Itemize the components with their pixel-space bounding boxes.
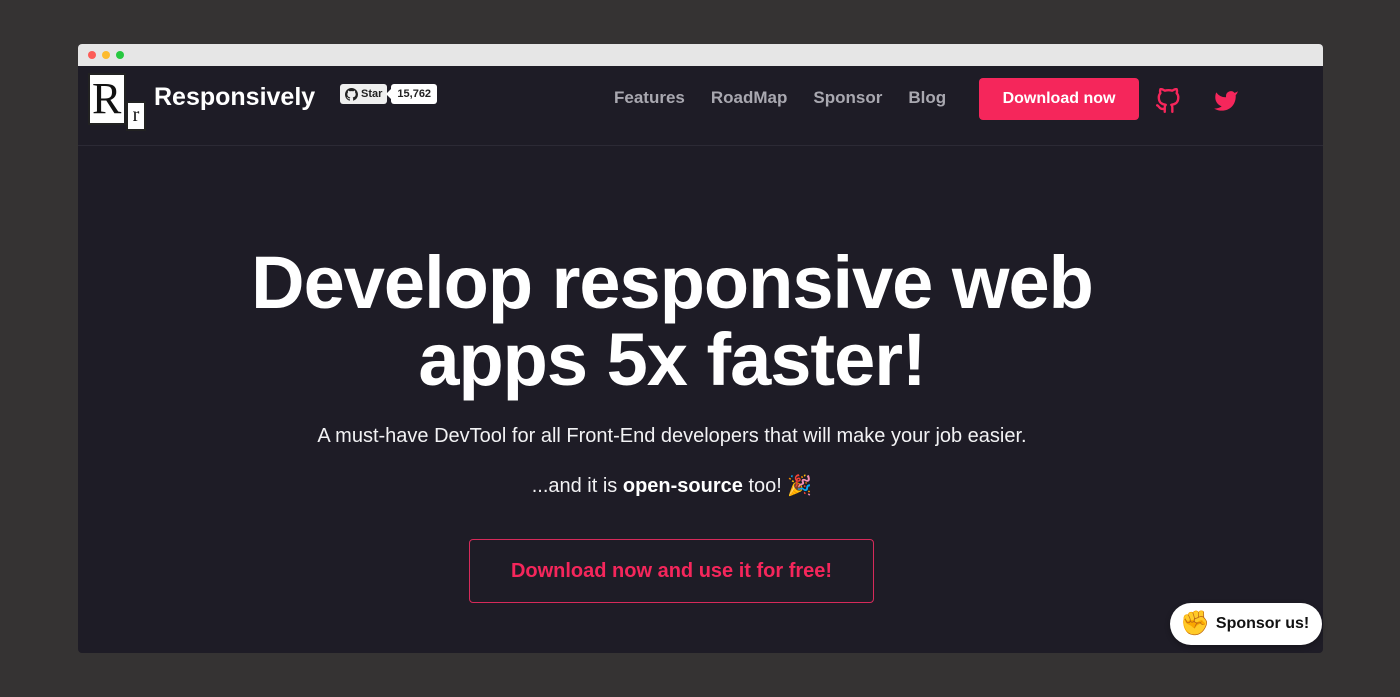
twitter-link[interactable] (1213, 88, 1239, 114)
open-source-prefix: ...and it is (531, 475, 618, 497)
twitter-icon (1214, 91, 1238, 111)
nav-features[interactable]: Features (614, 88, 685, 108)
nav-roadmap[interactable]: RoadMap (711, 88, 788, 108)
hero-title: Develop responsive web apps 5x faster! (78, 244, 1266, 398)
github-star-button[interactable]: Star (340, 84, 388, 104)
github-star-count[interactable]: 15,762 (386, 84, 438, 104)
hero-title-line-2: apps 5x faster! (418, 318, 926, 401)
zoom-window-button[interactable] (116, 51, 124, 59)
nav-links: Features RoadMap Sponsor Blog (614, 88, 946, 108)
raised-fist-icon: ✊ (1180, 610, 1210, 637)
open-source-line: ...and it is open-source too! 🎉 (78, 473, 1266, 498)
github-link[interactable] (1155, 87, 1181, 114)
close-window-button[interactable] (88, 51, 96, 59)
logo[interactable]: R r (88, 73, 146, 131)
logo-letter-large: R (88, 73, 126, 125)
browser-window: R r Responsively Star 15,762 Features Ro… (78, 44, 1323, 653)
github-star-widget: Star 15,762 (340, 84, 438, 104)
title-bar (78, 44, 1323, 66)
github-star-label: Star (361, 88, 383, 100)
download-now-button[interactable]: Download now (979, 78, 1139, 120)
logo-letter-small: r (126, 101, 146, 131)
navbar: R r Responsively Star 15,762 Features Ro… (78, 66, 1323, 146)
open-source-emphasis: open-source (622, 475, 743, 497)
hero-subtitle: A must-have DevTool for all Front-End de… (317, 425, 1027, 447)
nav-blog[interactable]: Blog (908, 88, 946, 108)
open-source-suffix: too! (748, 475, 782, 497)
sponsor-us-button[interactable]: ✊ Sponsor us! (1170, 603, 1322, 645)
download-free-button[interactable]: Download now and use it for free! (469, 539, 874, 603)
party-popper-icon: 🎉 (787, 475, 813, 497)
brand-name[interactable]: Responsively (154, 83, 315, 112)
github-icon (1155, 87, 1180, 114)
hero-title-line-1: Develop responsive web (251, 241, 1094, 324)
github-icon (345, 87, 358, 101)
minimize-window-button[interactable] (102, 51, 110, 59)
nav-sponsor[interactable]: Sponsor (813, 88, 882, 108)
sponsor-us-label: Sponsor us! (1215, 615, 1310, 632)
